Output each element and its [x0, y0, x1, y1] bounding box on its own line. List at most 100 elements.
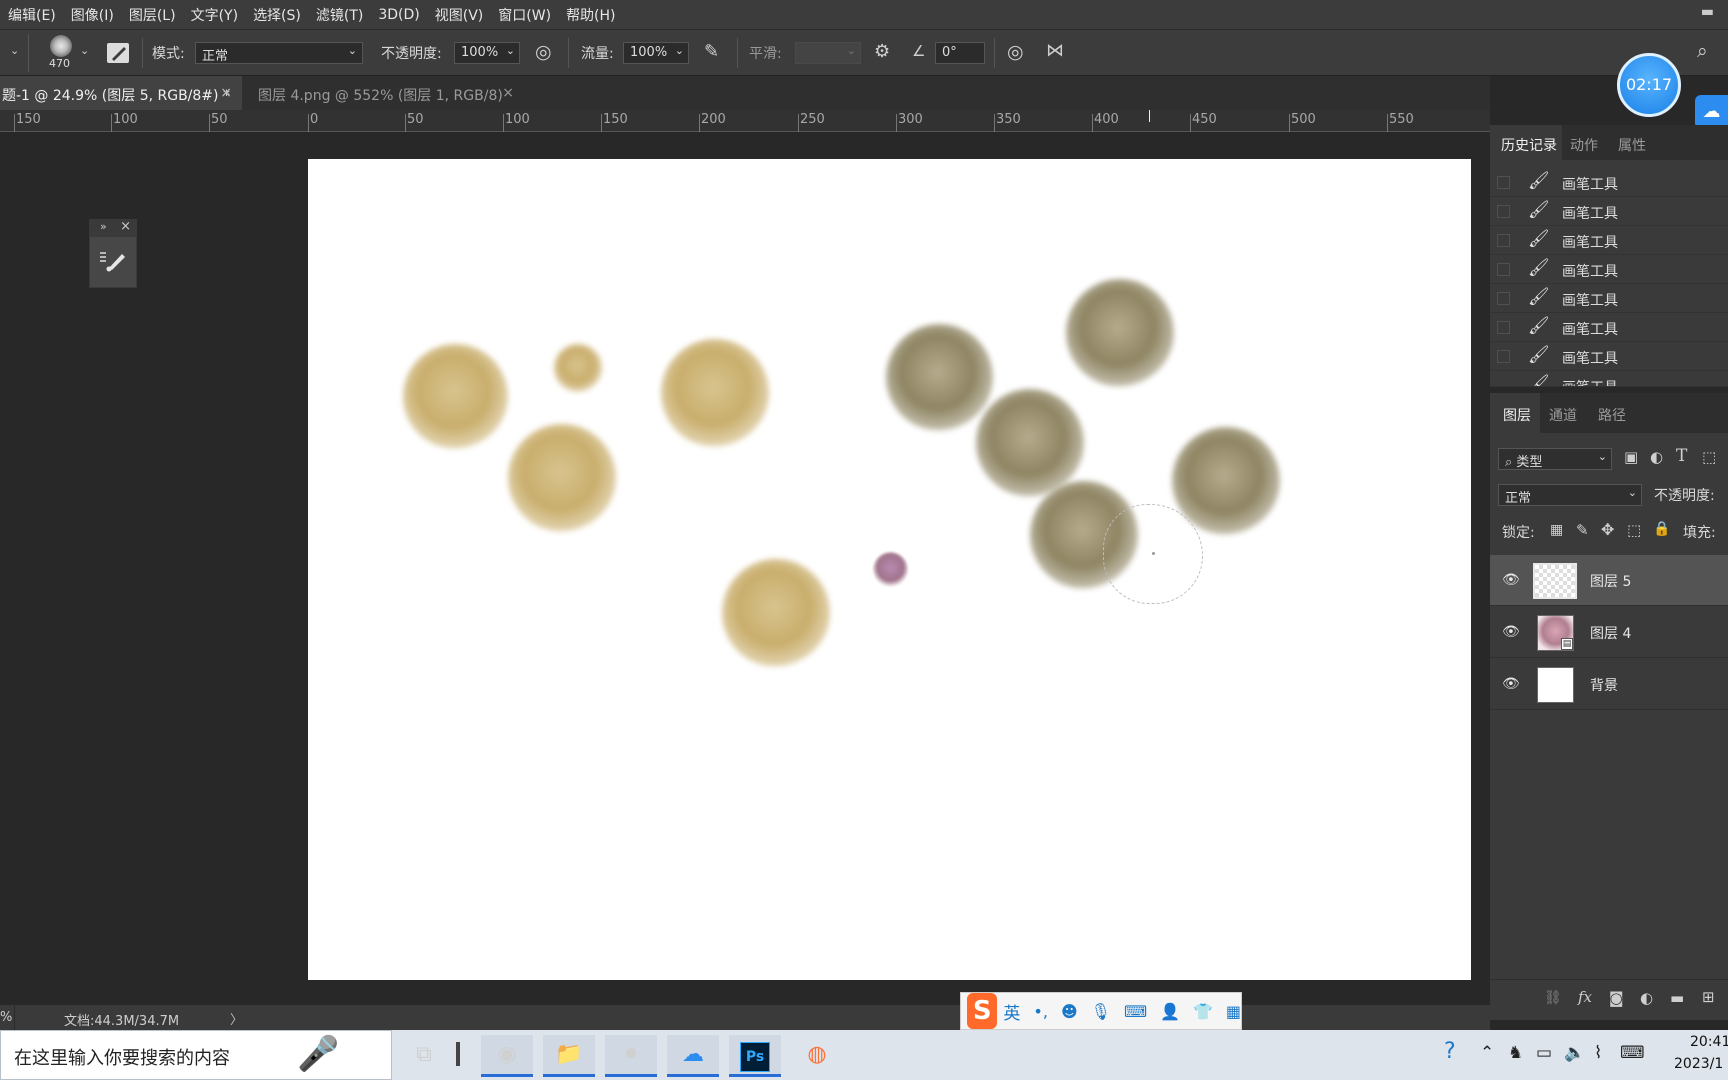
file-explorer-icon[interactable]: 📁 [543, 1035, 595, 1077]
edge-browser-icon[interactable]: ◉ [481, 1035, 533, 1077]
lock-transparent-pixels-icon[interactable]: ▦ [1550, 522, 1563, 538]
user-icon[interactable]: 👤 [1160, 1002, 1180, 1021]
menu-view[interactable]: 视图(V) [435, 5, 484, 25]
add-mask-icon[interactable]: ◙ [1609, 989, 1624, 1007]
search-icon[interactable]: ⌕ [1697, 40, 1708, 62]
gear-icon[interactable]: ⚙ [874, 41, 890, 62]
network-wifi-icon[interactable]: ⌇ [1594, 1043, 1602, 1063]
expand-icon[interactable]: » [100, 220, 107, 233]
punctuation-icon[interactable]: •, [1033, 1002, 1048, 1021]
angle-input[interactable]: 0° [935, 42, 985, 64]
blend-mode-dropdown[interactable]: 正常 ⌄ [1498, 484, 1642, 506]
layer-row-layer-5[interactable]: 👁 图层 5 [1490, 555, 1728, 606]
tab-document-1[interactable]: 题-1 @ 24.9% (图层 5, RGB/8#) * × [0, 76, 242, 110]
menu-type[interactable]: 文字(Y) [191, 5, 238, 25]
tray-app-icon[interactable]: ♞ [1508, 1043, 1523, 1063]
history-item[interactable]: 🖌 画笔工具 [1490, 226, 1728, 255]
clock-date[interactable]: 2023/1 [1674, 1056, 1723, 1072]
media-app-icon[interactable]: ⚫ [605, 1035, 657, 1077]
brush-picker-chevron-icon[interactable]: ⌄ [80, 44, 89, 57]
ime-language-toggle[interactable]: 英 [1003, 999, 1020, 1024]
visibility-eye-icon[interactable]: 👁 [1502, 624, 1520, 640]
close-icon[interactable]: × [220, 85, 232, 101]
chevron-right-icon[interactable]: 〉 [230, 1009, 243, 1028]
close-icon[interactable]: × [120, 219, 131, 234]
menu-filter[interactable]: 滤镜(T) [316, 5, 363, 25]
zoom-level[interactable]: % [0, 1010, 12, 1025]
history-item[interactable]: 🖌 画笔工具 [1490, 168, 1728, 197]
menu-window[interactable]: 窗口(W) [498, 5, 551, 25]
visibility-eye-icon[interactable]: 👁 [1502, 572, 1520, 588]
layer-row-layer-4[interactable]: 👁 ▤ 图层 4 [1490, 607, 1728, 658]
tab-properties[interactable]: 属性 [1610, 125, 1658, 160]
flow-input[interactable]: 100% ⌄ [623, 42, 689, 64]
pressure-opacity-icon[interactable]: ◎ [535, 41, 552, 63]
history-checkbox[interactable] [1497, 176, 1510, 189]
lock-all-icon[interactable]: 🔒 [1653, 521, 1670, 537]
tab-layers[interactable]: 图层 [1490, 393, 1540, 433]
filter-adjustment-layers-icon[interactable]: ◐ [1650, 448, 1663, 466]
task-view-icon[interactable]: ⧉ [398, 1035, 450, 1077]
brush-tip-icon[interactable] [50, 35, 72, 57]
symmetry-butterfly-icon[interactable]: ⋈ [1046, 40, 1064, 61]
menu-help[interactable]: 帮助(H) [566, 5, 615, 25]
pressure-size-icon[interactable]: ◎ [1007, 41, 1024, 63]
opacity-input[interactable]: 100% ⌄ [454, 42, 520, 64]
chevron-up-icon[interactable]: ⌃ [1480, 1043, 1494, 1063]
help-icon[interactable]: ? [1444, 1039, 1456, 1064]
baidu-netdisk-icon[interactable]: ☁ [667, 1035, 719, 1077]
history-item[interactable]: 🖌 画笔工具 [1490, 197, 1728, 226]
filter-pixel-layers-icon[interactable]: ▣ [1624, 448, 1638, 466]
menu-edit[interactable]: 编辑(E) [8, 5, 56, 25]
clock-time[interactable]: 20:41 [1690, 1034, 1728, 1050]
brush-settings-panel-icon[interactable] [107, 43, 129, 63]
microphone-icon[interactable]: 🎙 [1091, 1002, 1111, 1021]
volume-icon[interactable]: 🔈 [1564, 1043, 1585, 1063]
taskbar-search-box[interactable]: 在这里输入你要搜索的内容 🎤 [0, 1030, 392, 1080]
history-checkbox[interactable] [1497, 321, 1510, 334]
fx-layer-style-icon[interactable]: fx [1578, 988, 1592, 1006]
tool-preset-chevron-icon[interactable]: ⌄ [10, 44, 19, 57]
photoshop-icon[interactable]: Ps [729, 1035, 781, 1077]
new-group-folder-icon[interactable]: ▬ [1670, 989, 1684, 1007]
history-checkbox[interactable] [1497, 263, 1510, 276]
close-icon[interactable]: × [502, 85, 514, 101]
apps-grid-icon[interactable]: ▦ [1226, 1002, 1241, 1021]
history-checkbox[interactable] [1497, 292, 1510, 305]
tab-document-2[interactable]: 图层 4.png @ 552% (图层 1, RGB/8) × [244, 76, 524, 110]
visibility-eye-icon[interactable]: 👁 [1502, 676, 1520, 692]
history-checkbox[interactable] [1497, 205, 1510, 218]
link-layers-icon[interactable]: ⛓ [1544, 990, 1562, 1006]
history-item[interactable]: 🖌 画笔工具 [1490, 284, 1728, 313]
history-item[interactable]: 🖌 画笔工具 [1490, 371, 1728, 387]
filter-shape-layers-icon[interactable]: ⬚ [1702, 448, 1716, 466]
adjustment-layer-icon[interactable]: ◐ [1640, 989, 1653, 1007]
keyboard-icon[interactable]: ⌨ [1124, 1002, 1147, 1021]
history-checkbox[interactable] [1497, 234, 1510, 247]
cloud-sync-icon[interactable]: ☁ [1695, 95, 1728, 129]
history-item[interactable]: 🖌 画笔工具 [1490, 255, 1728, 284]
history-item[interactable]: 🖌 画笔工具 [1490, 342, 1728, 371]
battery-icon[interactable]: ▭ [1536, 1043, 1552, 1063]
airbrush-icon[interactable]: ✎ [704, 41, 719, 62]
smoothing-input[interactable]: ⌄ [795, 42, 861, 64]
layer-row-background[interactable]: 👁 背景 [1490, 659, 1728, 710]
lock-image-pixels-icon[interactable]: ✎ [1576, 521, 1589, 539]
document-canvas[interactable] [308, 159, 1471, 980]
recording-timer[interactable]: 02:17 [1617, 53, 1681, 117]
new-layer-icon[interactable]: ⊞ [1702, 988, 1715, 1006]
menu-layer[interactable]: 图层(L) [129, 5, 176, 25]
history-item[interactable]: 🖌 画笔工具 [1490, 313, 1728, 342]
emoji-icon[interactable]: ☻ [1061, 1002, 1078, 1021]
mode-dropdown[interactable]: 正常 ⌄ [195, 42, 363, 64]
tab-actions[interactable]: 动作 [1562, 125, 1610, 160]
filter-type-layers-icon[interactable]: T [1676, 446, 1687, 466]
lock-artboard-icon[interactable]: ⬚ [1627, 521, 1641, 539]
menu-select[interactable]: 选择(S) [253, 5, 301, 25]
keyboard-layout-icon[interactable]: ⌨ [1620, 1043, 1645, 1063]
tab-history[interactable]: 历史记录 [1490, 125, 1562, 160]
brush-settings-icon[interactable] [98, 246, 128, 274]
minimize-window-icon[interactable]: ▬ [1701, 4, 1714, 20]
skin-shirt-icon[interactable]: 👕 [1193, 1002, 1213, 1021]
tab-channels[interactable]: 通道 [1540, 393, 1589, 433]
